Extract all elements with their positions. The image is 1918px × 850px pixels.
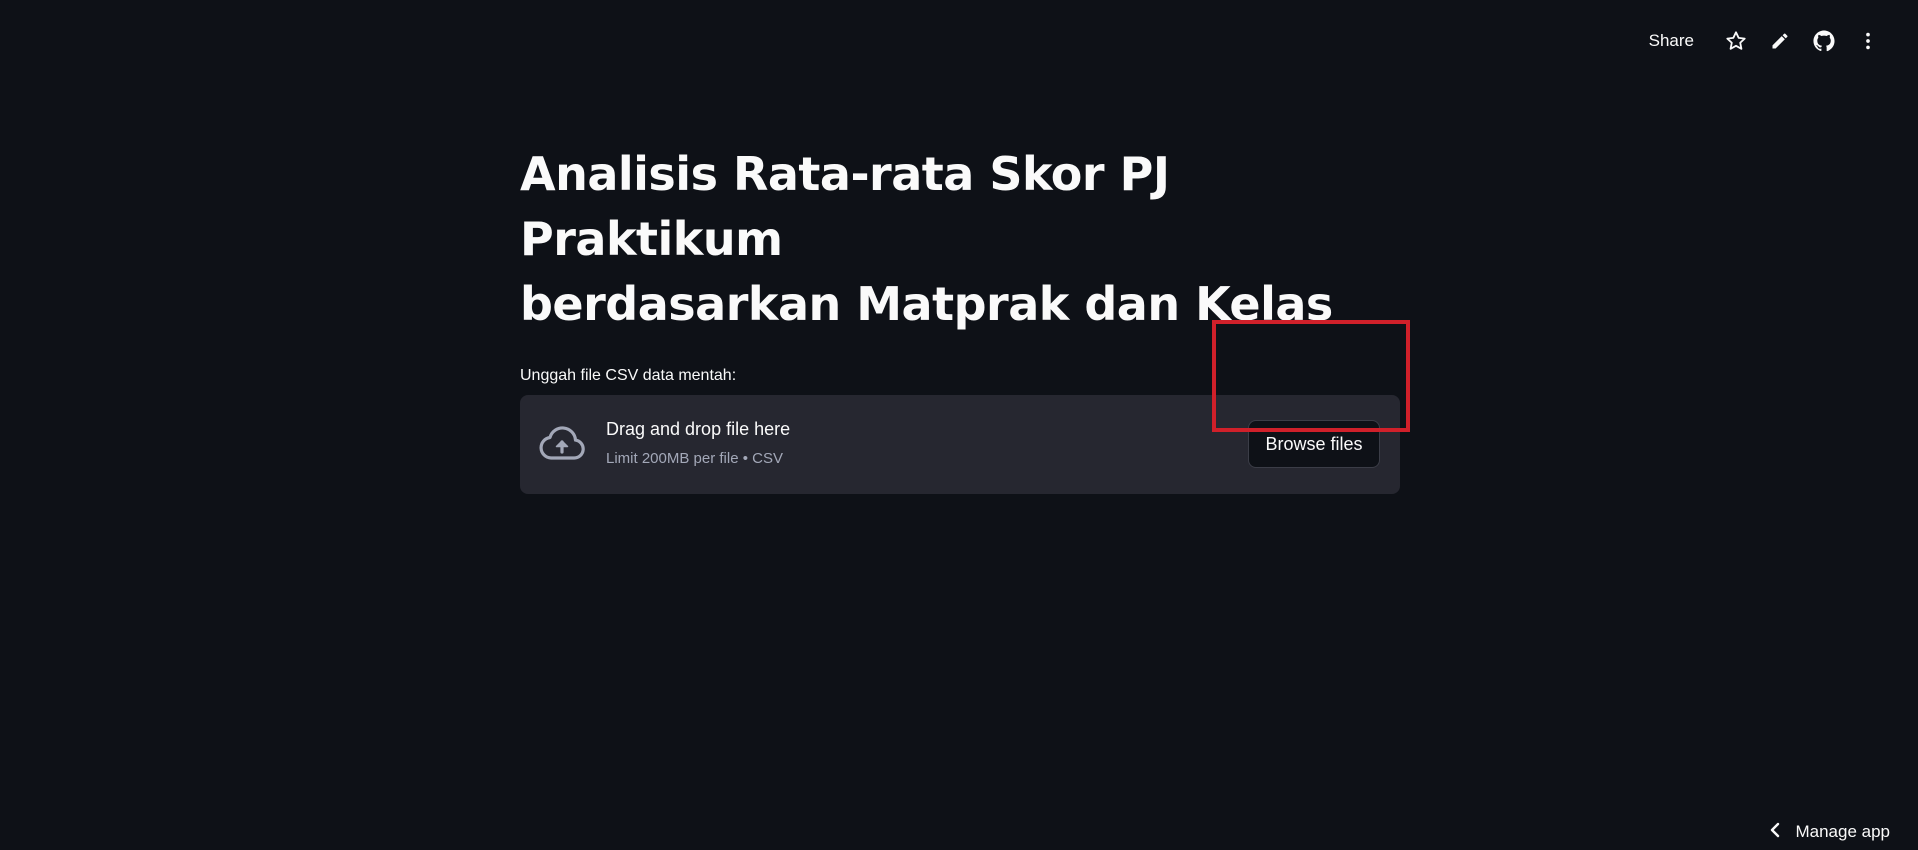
uploader-label: Unggah file CSV data mentah: [520,367,737,384]
manage-app-label: Manage app [1795,822,1890,841]
chevron-left-icon [1769,822,1781,843]
dropzone-text: Drag and drop file here Limit 200MB per … [606,419,790,467]
more-vertical-icon[interactable] [1846,26,1890,56]
pencil-icon[interactable] [1758,26,1802,56]
star-icon[interactable] [1714,26,1758,56]
manage-app-button[interactable]: Manage app [1769,818,1890,846]
page-title: Analisis Rata-rata Skor PJ Praktikum ber… [520,142,1400,337]
dropzone-instructions: Drag and drop file here [606,419,791,439]
main-content: Analisis Rata-rata Skor PJ Praktikum ber… [520,142,1400,494]
file-dropzone[interactable]: Drag and drop file here Limit 200MB per … [520,395,1400,494]
app-page: Share Analisis Rata-rata Skor PJ Praktik… [0,0,1918,850]
cloud-upload-icon [539,426,585,462]
browse-files-button[interactable]: Browse files [1248,420,1380,468]
top-toolbar: Share [1639,26,1890,56]
page-title-line-2: berdasarkan Matprak dan Kelas [520,277,1333,331]
share-button[interactable]: Share [1639,27,1704,55]
dropzone-limit: Limit 200MB per file • CSV [606,450,783,467]
github-icon[interactable] [1802,26,1846,56]
page-title-line-1: Analisis Rata-rata Skor PJ Praktikum [520,147,1170,266]
